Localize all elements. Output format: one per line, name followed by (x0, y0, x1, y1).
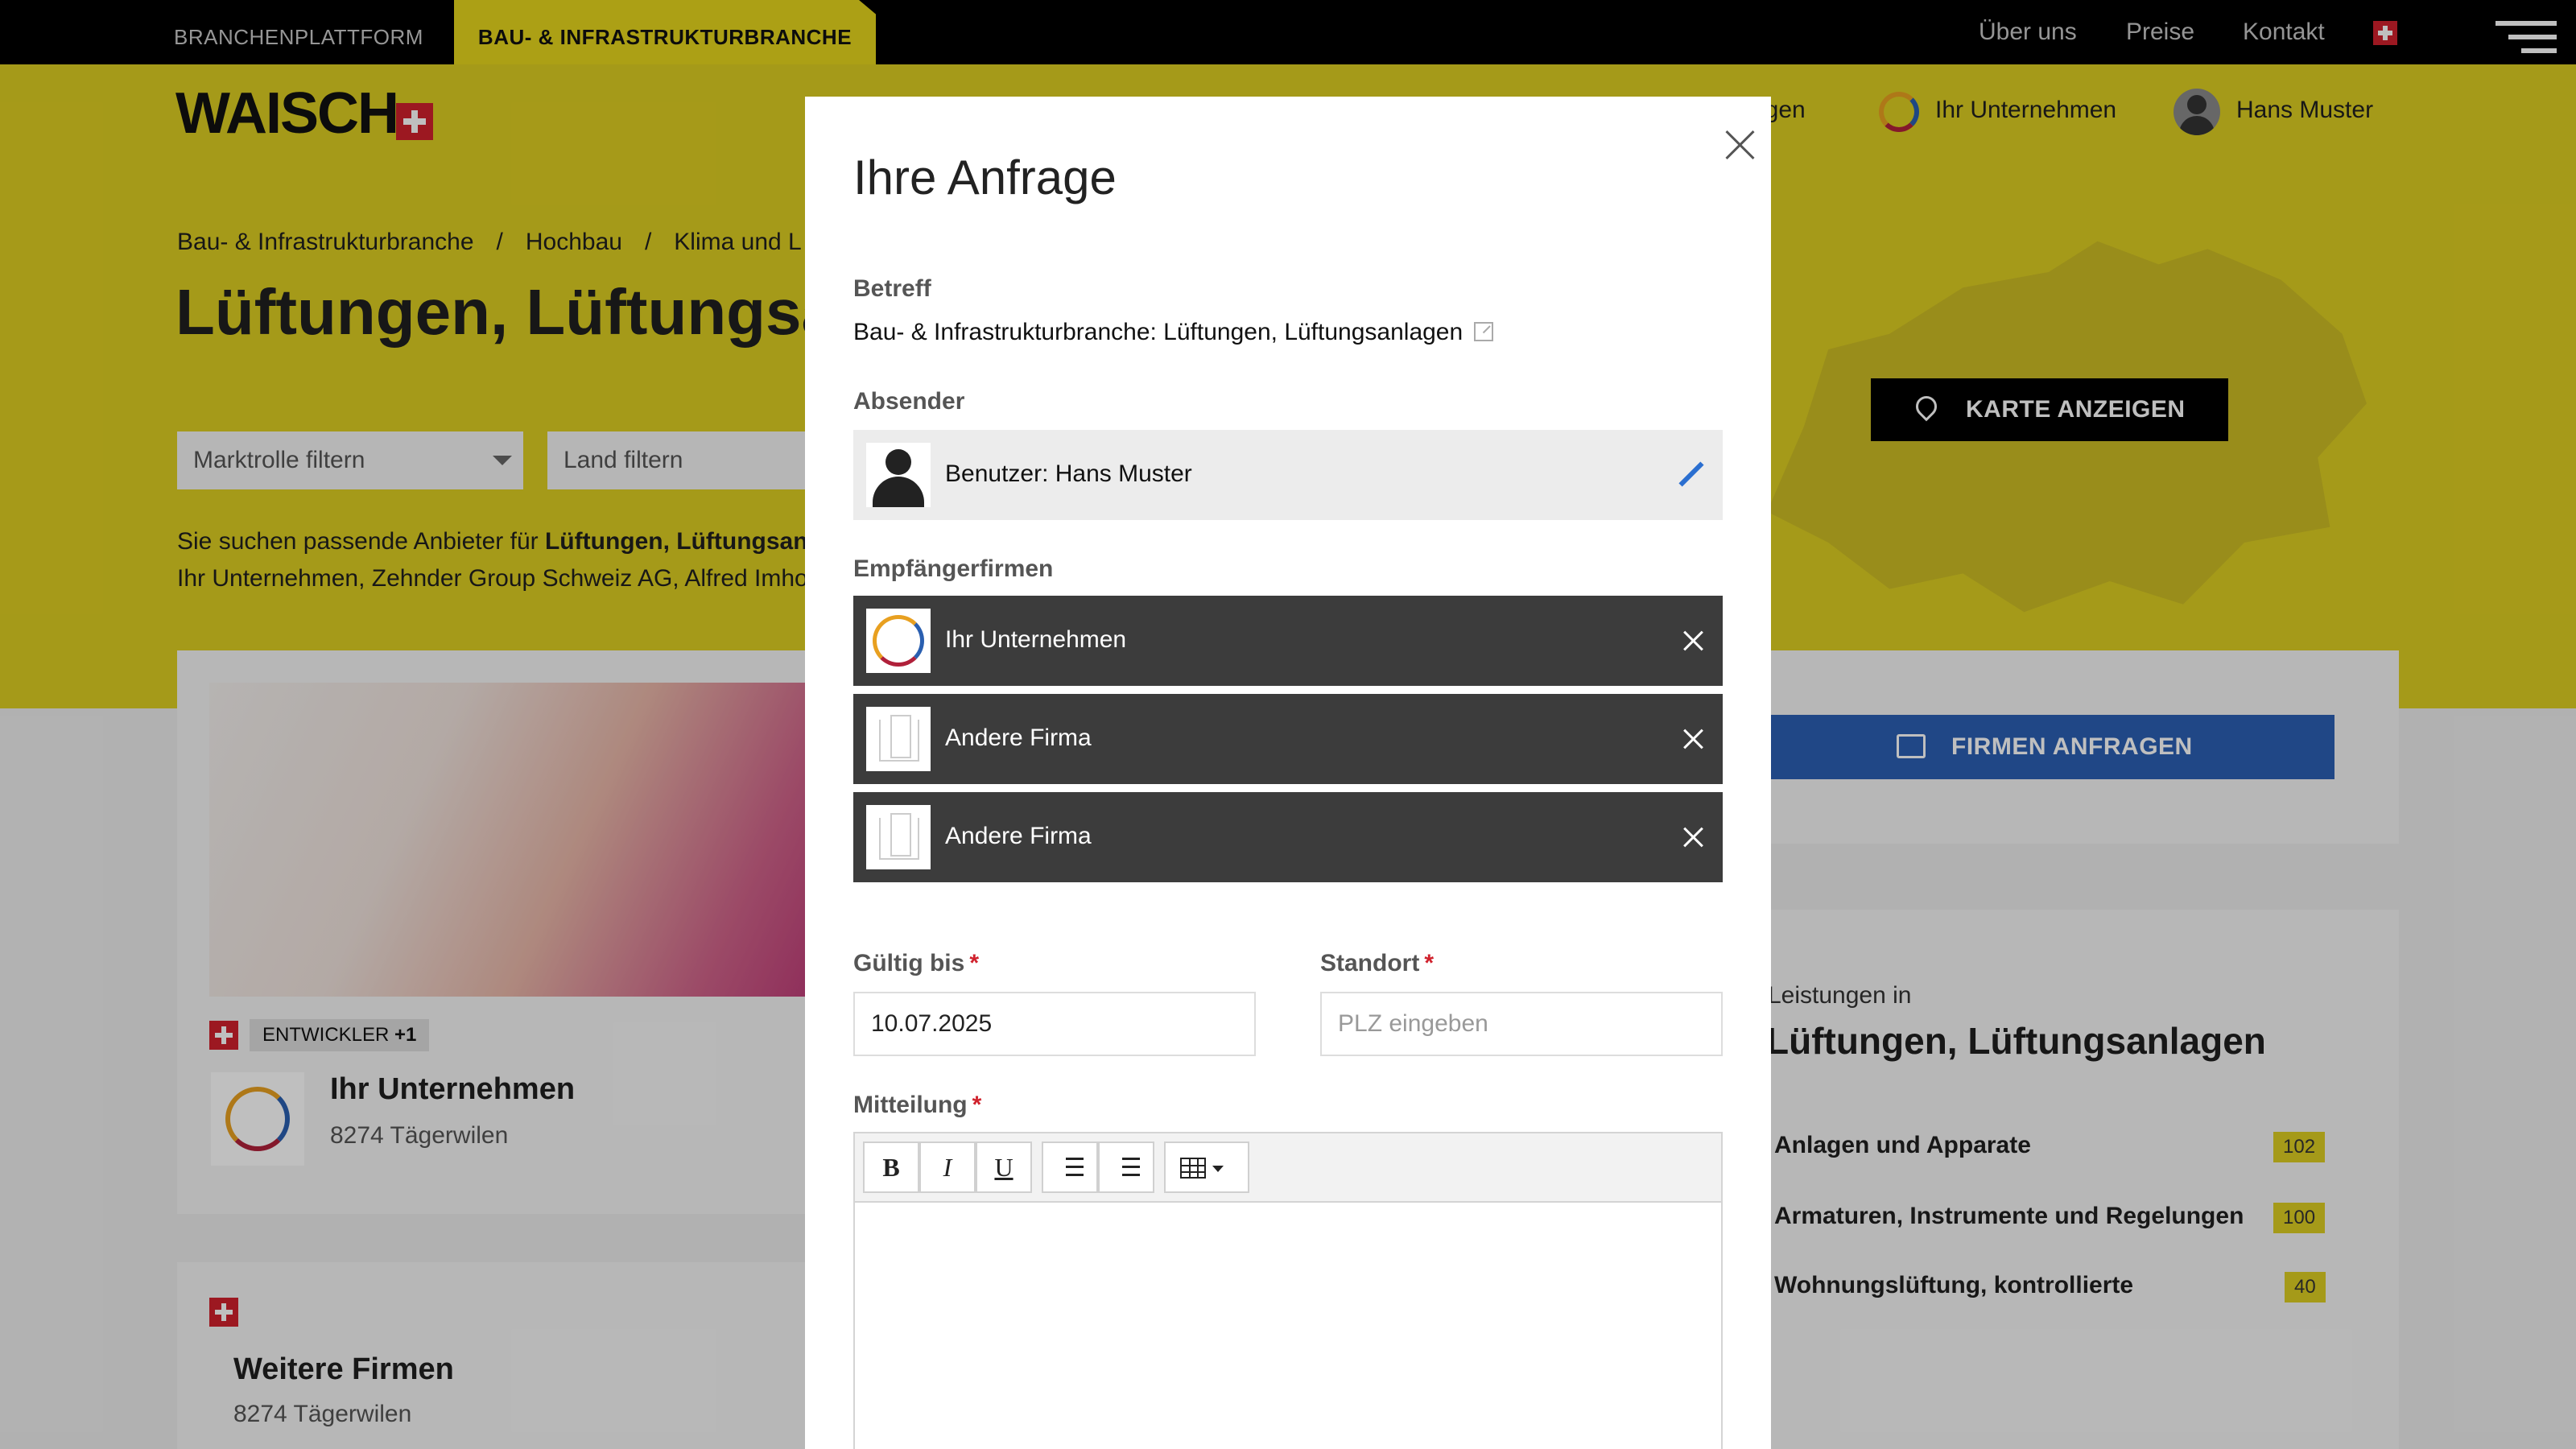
required-mark: * (972, 1092, 982, 1118)
numbered-list-button[interactable] (1098, 1141, 1154, 1193)
recipient-name: Ihr Unternehmen (945, 626, 1127, 653)
recipient-item: Andere Firma (853, 792, 1723, 882)
building-icon (866, 707, 931, 771)
external-link-icon[interactable] (1474, 322, 1494, 341)
subject-value: Bau- & Infrastrukturbranche: Lüftungen, … (853, 319, 1494, 346)
valid-until-field[interactable]: 10.07.2025 (853, 992, 1256, 1056)
recipient-item: Ihr Unternehmen (853, 596, 1723, 686)
sender-name: Benutzer: Hans Muster (945, 460, 1192, 487)
building-icon (866, 805, 931, 869)
chevron-down-icon (1212, 1166, 1224, 1172)
close-icon[interactable] (1711, 118, 1768, 174)
underline-button[interactable]: U (976, 1141, 1032, 1193)
remove-recipient-icon[interactable] (1676, 623, 1711, 658)
modal-title: Ihre Anfrage (853, 151, 1117, 204)
valid-until-label: Gültig bis * (853, 950, 979, 977)
remove-recipient-icon[interactable] (1676, 721, 1711, 757)
location-label: Standort * (1320, 950, 1434, 977)
message-text: Mitteilung (853, 1092, 968, 1118)
table-button[interactable] (1164, 1141, 1249, 1193)
required-mark: * (969, 950, 980, 976)
recipient-name: Andere Firma (945, 823, 1092, 849)
company-logo-icon (866, 609, 931, 673)
recipient-name: Andere Firma (945, 724, 1092, 751)
bullet-list-icon (1059, 1158, 1084, 1182)
user-avatar-icon (866, 443, 931, 507)
sender-label: Absender (853, 388, 965, 415)
subject-text: Bau- & Infrastrukturbranche: Lüftungen, … (853, 319, 1463, 345)
sender-box: Benutzer: Hans Muster (853, 430, 1723, 520)
editor-toolbar: B I U (855, 1133, 1721, 1203)
bold-button[interactable]: B (863, 1141, 919, 1193)
postcode-input[interactable]: PLZ eingeben (1320, 992, 1723, 1056)
valid-until-text: Gültig bis (853, 950, 965, 976)
required-mark: * (1424, 950, 1435, 976)
recipients-label: Empfängerfirmen (853, 555, 1054, 582)
bullet-list-button[interactable] (1042, 1141, 1098, 1193)
subject-label: Betreff (853, 275, 931, 302)
remove-recipient-icon[interactable] (1676, 819, 1711, 855)
numbered-list-icon (1116, 1158, 1140, 1182)
request-modal: Ihre Anfrage Betreff Bau- & Infrastruktu… (805, 97, 1771, 1449)
table-icon (1180, 1158, 1206, 1179)
recipient-item: Andere Firma (853, 694, 1723, 784)
italic-button[interactable]: I (919, 1141, 976, 1193)
pencil-edit-icon[interactable] (1678, 460, 1705, 488)
message-editor[interactable]: B I U (853, 1132, 1723, 1449)
location-text: Standort (1320, 950, 1420, 976)
message-label: Mitteilung * (853, 1092, 981, 1119)
